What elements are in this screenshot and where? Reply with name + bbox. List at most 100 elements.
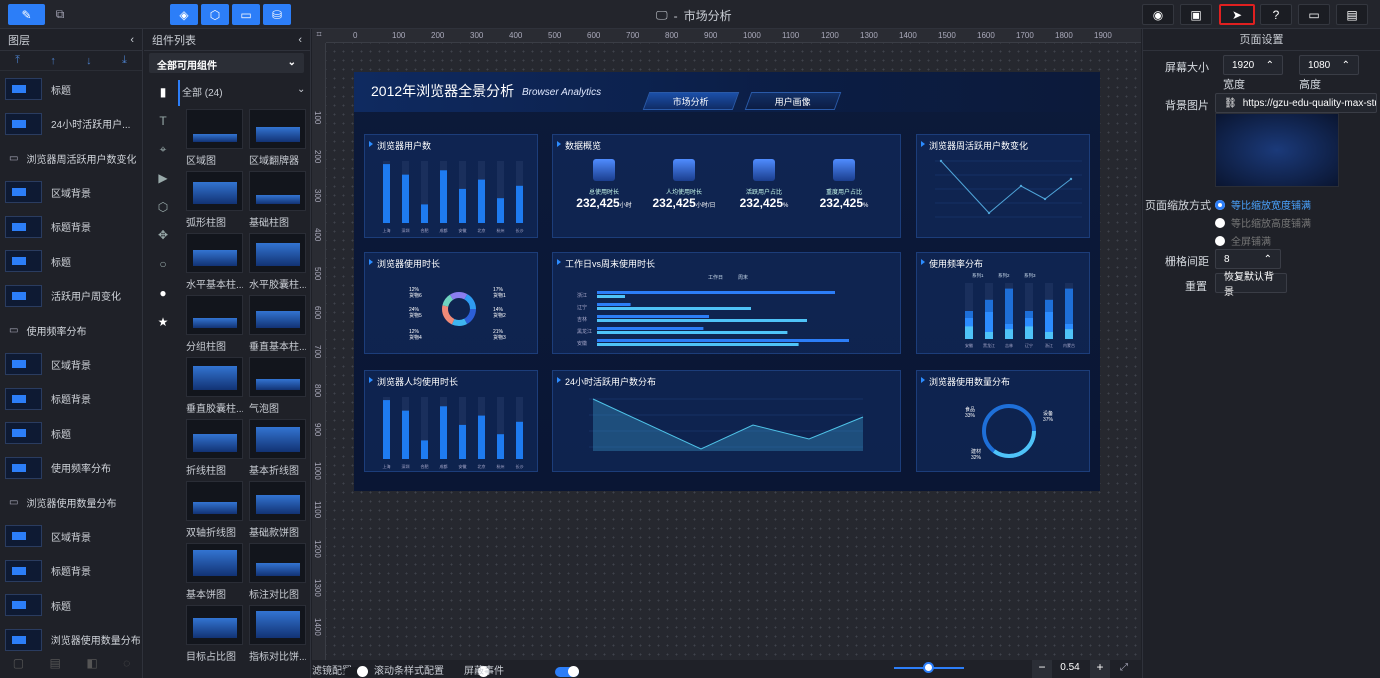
component-card[interactable]: 折线柱图 (186, 419, 243, 477)
layer-item[interactable]: 使用频率分布 (0, 453, 140, 483)
screen-button[interactable]: ▭ (1298, 4, 1330, 25)
grid-spacing-input[interactable]: 8 ⌃ (1215, 249, 1281, 269)
layer-item[interactable]: 活跃用户周变化 (0, 281, 140, 311)
card-24h-active[interactable]: 24小时活跃用户数分布 (552, 370, 901, 472)
zoom-in-button[interactable]: + (1090, 660, 1110, 678)
component-card[interactable]: 区域翻牌器 (249, 109, 306, 167)
lock-icon[interactable]: ◧ (86, 656, 97, 670)
bg-image-url-input[interactable]: ⛓https://gzu-edu-quality-max-studio (1215, 93, 1377, 113)
card-avg-duration[interactable]: 浏览器人均使用时长 上海 深圳 合肥 成都 安徽 北京 杭州 长沙 (364, 370, 538, 472)
config-panel-button[interactable]: ▭ (232, 4, 260, 25)
ruler-tick: 600 (587, 31, 601, 40)
component-card[interactable]: 基本折线图 (249, 419, 306, 477)
layer-item[interactable]: 标题背景 (0, 212, 140, 242)
record-button[interactable]: ▣ (1180, 4, 1212, 25)
layer-item[interactable]: 标题 (0, 74, 140, 104)
layer-group[interactable]: ▭ 使用频率分布 (0, 315, 140, 345)
text-category-icon[interactable]: T (156, 114, 170, 128)
scale-option-height[interactable]: 等比缩放高度铺满 (1215, 215, 1311, 230)
data-panel-button[interactable]: ⛁ (263, 4, 291, 25)
fullscreen-icon[interactable]: ⤢ (1120, 662, 1128, 673)
tab-market[interactable]: 市场分析 (642, 92, 740, 110)
move-bottom-icon[interactable]: ⤓ (122, 54, 127, 67)
circle-category-icon[interactable]: ○ (156, 257, 170, 271)
card-weekday-weekend[interactable]: 工作日vs周末使用时长 浙江 辽宁 吉林 黑龙江 安徽 工作日 周末 (552, 252, 901, 354)
component-card[interactable]: 垂直基本柱... (249, 295, 306, 353)
zoom-slider-handle[interactable] (923, 662, 934, 673)
component-card[interactable]: 区域图 (186, 109, 243, 167)
height-input[interactable]: 1080 ⌃ (1299, 55, 1359, 75)
filter-config-toggle[interactable] (344, 665, 368, 677)
card-browser-users[interactable]: 浏览器用户数 上海 深圳 合肥 成都 安徽 北京 杭州 长沙 (364, 134, 538, 238)
media-category-icon[interactable]: ▶ (156, 171, 170, 185)
hide-icon[interactable]: ◌ (123, 656, 130, 670)
component-card[interactable]: 垂直胶囊柱... (186, 357, 243, 415)
scale-option-width[interactable]: 等比缩放宽度铺满 (1215, 197, 1311, 212)
layer-item[interactable]: 区域背景 (0, 349, 140, 379)
layer-item[interactable]: 标题 (0, 246, 140, 276)
help-button[interactable]: ? (1260, 4, 1292, 25)
component-card[interactable]: 目标占比图 (186, 605, 243, 663)
bg-image-preview[interactable] (1215, 113, 1339, 187)
save-button[interactable]: ▤ (1336, 4, 1368, 25)
interaction-category-icon[interactable]: ✥ (156, 228, 170, 242)
chevron-down-icon[interactable]: ⌄ (297, 84, 305, 95)
folder-icon[interactable]: ▢ (13, 656, 24, 670)
star-category-icon[interactable]: ★ (156, 315, 170, 329)
component-card[interactable]: 弧形柱图 (186, 171, 243, 229)
card-count-distribution[interactable]: 浏览器使用数量分布 食品 33% 设备 37% 建材 32% (916, 370, 1090, 472)
chart-category-icon[interactable]: ▮ (156, 85, 170, 99)
component-card[interactable]: 基础款饼图 (249, 481, 306, 539)
scale-option-fullscreen[interactable]: 全屏铺满 (1215, 233, 1271, 248)
component-card[interactable]: 气泡图 (249, 357, 306, 415)
component-card[interactable]: 分组柱图 (186, 295, 243, 353)
component-card[interactable]: 基本饼图 (186, 543, 243, 601)
component-panel-button[interactable]: ⬡ (201, 4, 229, 25)
layer-item[interactable]: 区域背景 (0, 177, 140, 207)
card-weekly-active[interactable]: 浏览器周活跃用户数变化 (916, 134, 1090, 238)
tab-user-profile[interactable]: 用户画像 (744, 92, 842, 110)
preview-button[interactable]: ◉ (1142, 4, 1174, 25)
edit-mode-button[interactable]: ✎ (8, 4, 45, 25)
component-card[interactable]: 水平基本柱... (186, 233, 243, 291)
layers-toggle-button[interactable]: ⧉ (50, 4, 70, 25)
stepper-icon[interactable]: ⌃ (1342, 60, 1350, 71)
publish-button[interactable]: ➤ (1219, 4, 1255, 25)
delete-icon[interactable]: ▤ (50, 656, 61, 670)
card-usage-duration[interactable]: 浏览器使用时长 12% 货物6 17% 货物1 24% 货物5 14% 货物2 12% … (364, 252, 538, 354)
stepper-icon[interactable]: ⌃ (1264, 254, 1272, 265)
dashboard-screen[interactable]: 2012年浏览器全景分析 Browser Analytics 市场分析 用户画像… (354, 72, 1100, 491)
map-category-icon[interactable]: ⌖ (156, 142, 170, 156)
move-top-icon[interactable]: ⤒ (15, 54, 20, 67)
move-down-icon[interactable]: ↓ (86, 55, 92, 67)
layer-group[interactable]: ▭ 浏览器周活跃用户数变化 (0, 143, 140, 173)
card-overview[interactable]: 数据概览 总使用时长 232,425小时 人均使用时长 232,425小时/日 活跃用户… (552, 134, 901, 238)
card-frequency[interactable]: 使用频率分布 安徽 黑龙江 吉林 辽宁 浙江 内蒙古 系列1 系列2 系列3 (916, 252, 1090, 354)
collapse-icon[interactable]: ‹ (298, 34, 302, 46)
component-card[interactable]: 标注对比图 (249, 543, 306, 601)
stepper-icon[interactable]: ⌃ (1266, 60, 1274, 71)
width-input[interactable]: 1920 ⌃ (1223, 55, 1283, 75)
component-card[interactable]: 基础柱图 (249, 171, 306, 229)
layer-group[interactable]: ▭ 浏览器使用数量分布 (0, 487, 140, 517)
collapse-icon[interactable]: ‹ (130, 34, 134, 46)
layer-item[interactable]: 标题背景 (0, 384, 140, 414)
user-category-icon[interactable]: ● (156, 286, 170, 300)
component-card[interactable]: 双轴折线图 (186, 481, 243, 539)
component-card[interactable]: 指标对比饼... (249, 605, 306, 663)
layer-item[interactable]: 标题 (0, 418, 140, 448)
layer-item[interactable]: 标题背景 (0, 556, 140, 586)
3d-category-icon[interactable]: ⬡ (156, 200, 170, 214)
zoom-out-button[interactable]: − (1032, 660, 1052, 678)
move-up-icon[interactable]: ↑ (50, 55, 56, 67)
component-filter-select[interactable]: 全部可用组件 ⌄ (149, 53, 304, 73)
reset-background-button[interactable]: 恢复默认背景 (1215, 272, 1287, 298)
ruler-corner-icon[interactable]: ⌗ (312, 29, 326, 43)
layer-item[interactable]: 24小时活跃用户... (0, 109, 140, 139)
layer-item[interactable]: 标题 (0, 590, 140, 620)
layer-item[interactable]: 区域背景 (0, 521, 140, 551)
all-components-label[interactable]: 全部 (24) (182, 84, 223, 99)
component-card[interactable]: 水平胶囊柱... (249, 233, 306, 291)
layer-panel-button[interactable]: ◈ (170, 4, 198, 25)
block-events-toggle[interactable] (554, 665, 579, 677)
